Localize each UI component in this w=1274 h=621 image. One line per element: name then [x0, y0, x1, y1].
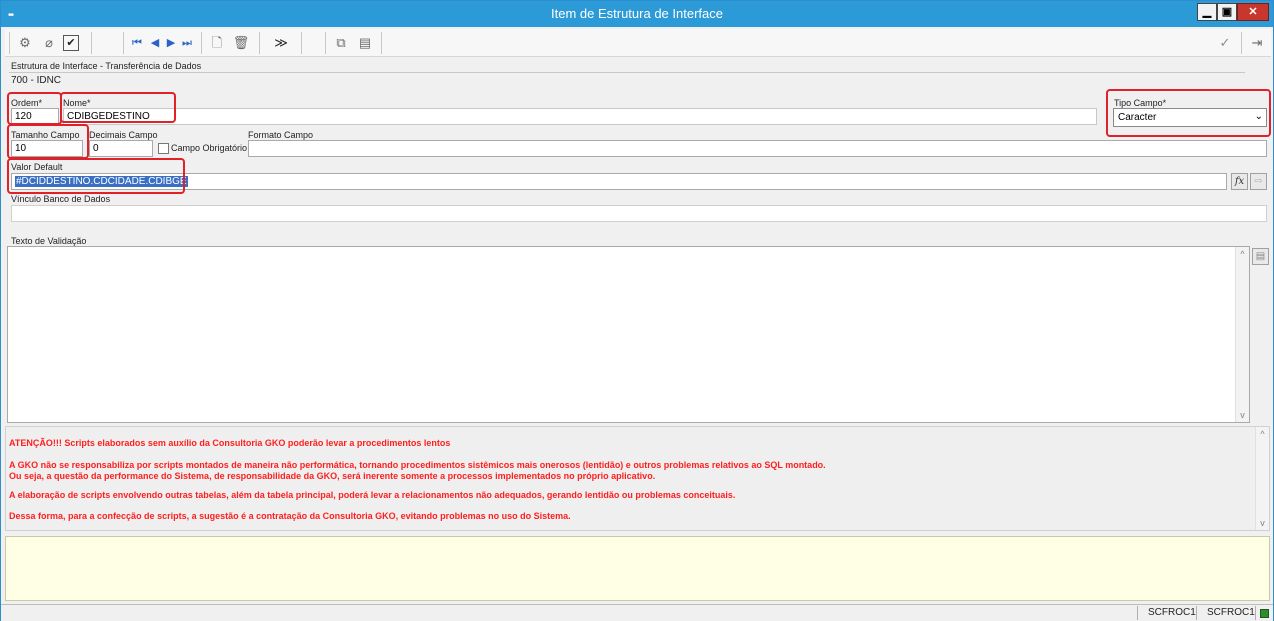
highlight-ordem	[7, 92, 62, 125]
warning-panel: ATENÇÃO!!! Scripts elaborados sem auxíli…	[5, 426, 1270, 531]
texto-validacao-label: Texto de Validação	[11, 236, 87, 246]
status-divider	[1137, 606, 1138, 620]
main-window: •• Item de Estrutura de Interface ▁ ▣ ✕ …	[0, 0, 1274, 621]
title-bar: •• Item de Estrutura de Interface ▁ ▣ ✕	[1, 1, 1273, 27]
toolbar-separator	[9, 32, 10, 54]
window-title: Item de Estrutura de Interface	[551, 6, 723, 21]
toolbar-separator	[325, 32, 326, 54]
connection-status-icon	[1260, 609, 1269, 618]
estrutura-value: 700 - IDNC	[11, 75, 62, 86]
status-bar: SCFROC1 SCFROC1	[1, 604, 1273, 621]
run-icon[interactable]: ≫	[271, 33, 291, 53]
status-divider	[1196, 606, 1197, 620]
confirm-icon[interactable]: ✓	[1215, 33, 1235, 53]
scroll-up-icon[interactable]: ^	[1236, 249, 1249, 259]
toolbar-separator	[381, 32, 382, 54]
maximize-button[interactable]: ▣	[1217, 3, 1237, 21]
first-record-icon[interactable]: ⏮	[127, 33, 147, 53]
minimize-button[interactable]: ▁	[1197, 3, 1217, 21]
toolbar: ⚙ ⌀ ✔ ⏮ ◀ ▶ ⏭ 🗋 🗑 ≫ ⧉ ▤ ✓ ⇥	[5, 29, 1271, 57]
status-user-1: SCFROC1	[1148, 607, 1196, 618]
estrutura-label: Estrutura de Interface - Transferência d…	[11, 61, 202, 71]
new-document-icon[interactable]: 🗋	[207, 33, 227, 53]
estrutura-divider	[9, 72, 1245, 73]
formula-button[interactable]: fx	[1231, 173, 1248, 190]
toolbar-separator	[259, 32, 260, 54]
scroll-down-icon[interactable]: v	[1236, 410, 1249, 420]
vinculo-banco-label: Vínculo Banco de Dados	[11, 194, 111, 204]
highlight-tamanho-campo	[7, 124, 89, 159]
save-icon[interactable]: ▤	[355, 33, 375, 53]
expression-editor-icon[interactable]: ⇨	[1250, 173, 1267, 190]
last-record-icon[interactable]: ⏭	[177, 33, 197, 53]
toolbar-separator	[201, 32, 202, 54]
nome-field[interactable]: CDIBGEDESTINO	[63, 108, 1097, 125]
valor-default-field[interactable]: #DCIDDESTINO.CDCIDADE.CDIBGE	[11, 173, 1227, 190]
decimais-campo-field[interactable]: 0	[89, 140, 153, 157]
highlight-nome	[60, 92, 176, 123]
warning-line-1: ATENÇÃO!!! Scripts elaborados sem auxíli…	[9, 438, 451, 448]
formato-campo-label: Formato Campo	[248, 130, 314, 140]
warning-line-5: Dessa forma, para a confecção de scripts…	[9, 511, 571, 521]
close-button[interactable]: ✕	[1237, 3, 1269, 21]
warning-scrollbar[interactable]: ^ v	[1255, 427, 1269, 530]
toolbar-separator	[91, 32, 92, 54]
expand-editor-icon[interactable]: ▤	[1252, 248, 1269, 265]
campo-obrigatorio-label: Campo Obrigatório	[171, 143, 248, 153]
highlight-tipo-campo	[1106, 89, 1271, 137]
toolbar-separator	[123, 32, 124, 54]
copy-icon[interactable]: ⧉	[331, 33, 351, 53]
scroll-down-icon[interactable]: v	[1256, 518, 1269, 528]
info-panel	[5, 536, 1270, 601]
status-divider	[1255, 606, 1256, 620]
vinculo-banco-field[interactable]	[11, 205, 1267, 222]
check-icon[interactable]: ✔	[63, 35, 79, 51]
warning-line-3: Ou seja, a questão da performance do Sis…	[9, 471, 656, 481]
exit-icon[interactable]: ⇥	[1247, 33, 1267, 53]
decimais-campo-label: Decimais Campo	[89, 130, 158, 140]
warning-line-4: A elaboração de scripts envolvendo outra…	[9, 490, 736, 500]
highlight-valor-default	[7, 158, 185, 194]
attach-icon[interactable]: ⌀	[39, 33, 59, 53]
campo-obrigatorio-checkbox[interactable]	[158, 143, 169, 154]
scroll-up-icon[interactable]: ^	[1256, 429, 1269, 439]
warning-line-2: A GKO não se responsabiliza por scripts …	[9, 460, 826, 470]
texto-validacao-scrollbar[interactable]: ^ v	[1235, 247, 1249, 422]
toolbar-separator	[301, 32, 302, 54]
texto-validacao-textarea[interactable]: ^ v	[7, 246, 1250, 423]
delete-icon[interactable]: 🗑	[231, 33, 251, 53]
settings-icon[interactable]: ⚙	[15, 33, 35, 53]
status-user-2: SCFROC1	[1207, 607, 1255, 618]
formato-campo-field[interactable]	[248, 140, 1267, 157]
toolbar-separator	[1241, 32, 1242, 54]
